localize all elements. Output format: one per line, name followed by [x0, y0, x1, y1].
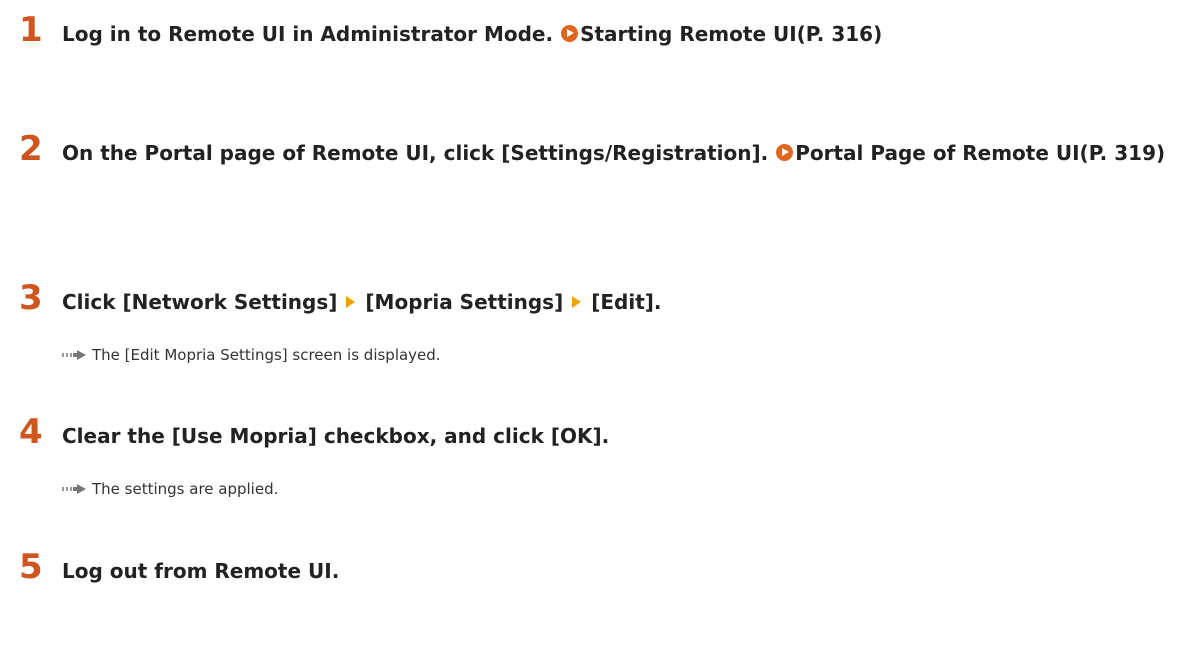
step-number: 3 [19, 278, 43, 318]
step-text: Log out from Remote UI. [62, 553, 1182, 589]
step-number: 5 [19, 547, 43, 587]
triangle-arrow-icon [346, 296, 356, 308]
link-starting-remote-ui[interactable]: Starting Remote UI(P. 316) [580, 22, 882, 46]
menu-path-mopria-settings: [Mopria Settings] [365, 290, 564, 314]
link-portal-page[interactable]: Portal Page of Remote UI(P. 319) [795, 141, 1165, 165]
step-number: 2 [19, 129, 43, 169]
step-instruction: Clear the [Use Mopria] checkbox, and cli… [62, 424, 610, 448]
step-4-result: The settings are applied. [62, 478, 278, 500]
step-instruction: Log out from Remote UI. [62, 559, 340, 583]
link-arrow-icon[interactable] [776, 144, 794, 161]
menu-path-network-settings: Click [Network Settings] [62, 290, 338, 314]
step-text: Click [Network Settings] [Mopria Settings… [62, 284, 1182, 320]
result-text: The [Edit Mopria Settings] screen is dis… [92, 346, 441, 364]
step-number: 1 [19, 10, 43, 50]
step-instruction: Log in to Remote UI in Administrator Mod… [62, 22, 554, 46]
step-instruction: On the Portal page of Remote UI, click [… [62, 141, 769, 165]
step-number: 4 [19, 412, 43, 452]
triangle-arrow-icon [572, 296, 582, 308]
result-arrow-icon [62, 350, 89, 360]
result-text: The settings are applied. [92, 480, 279, 498]
step-text: Log in to Remote UI in Administrator Mod… [62, 16, 1182, 52]
menu-path-edit: [Edit]. [591, 290, 662, 314]
link-arrow-icon[interactable] [561, 25, 579, 42]
step-text: Clear the [Use Mopria] checkbox, and cli… [62, 418, 1182, 454]
result-arrow-icon [62, 484, 89, 494]
step-text: On the Portal page of Remote UI, click [… [62, 135, 1182, 171]
step-3-result: The [Edit Mopria Settings] screen is dis… [62, 344, 441, 366]
